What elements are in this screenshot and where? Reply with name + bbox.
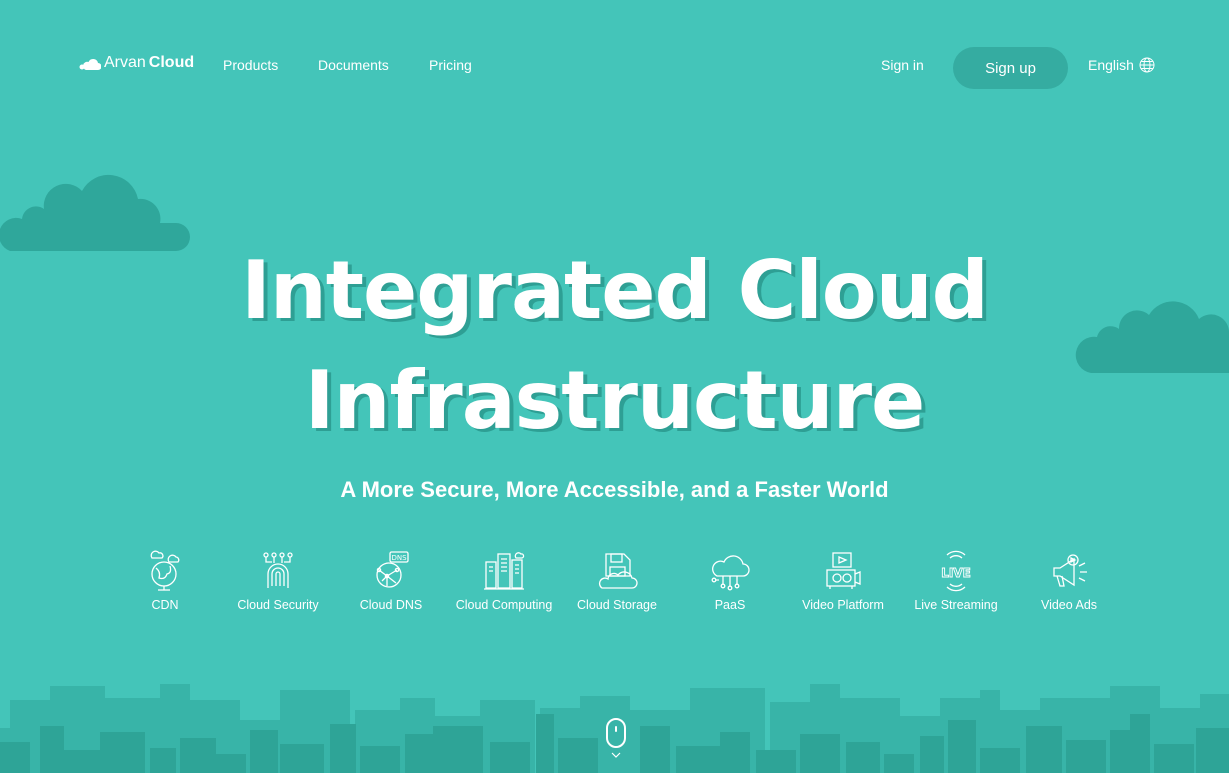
language-selector[interactable]: English [1088, 57, 1155, 73]
server-cloud-icon [484, 552, 525, 590]
product-video-ads[interactable]: Video Ads [1012, 548, 1126, 612]
product-paas[interactable]: PaaS [673, 548, 787, 612]
fingerprint-icon [263, 552, 293, 588]
sign-in-link[interactable]: Sign in [881, 57, 924, 73]
cloud-network-icon [711, 555, 750, 591]
logo-text-cloud: Cloud [148, 54, 195, 71]
dns-globe-icon: DNS [376, 551, 409, 588]
svg-text:DNS: DNS [391, 554, 407, 562]
svg-text:LIVE: LIVE [941, 566, 971, 580]
product-label: Cloud DNS [359, 598, 423, 612]
product-label: Video Ads [1040, 598, 1098, 612]
product-label: Live Streaming [914, 598, 998, 612]
product-cloud-computing[interactable]: Cloud Computing [447, 548, 561, 612]
nav-link-documents[interactable]: Documents [318, 57, 389, 73]
mouse-wheel [615, 726, 617, 732]
cdn-globe-icon [150, 550, 180, 591]
product-cloud-dns[interactable]: DNS Cloud DNS [334, 548, 448, 612]
language-label: English [1088, 57, 1134, 73]
product-label: Cloud Security [237, 598, 319, 612]
product-cloud-security[interactable]: Cloud Security [221, 548, 335, 612]
logo-text-arvan: Arvan [104, 54, 146, 71]
hero-title-line-2: Infrastructure [304, 354, 926, 447]
hero-subtitle: A More Secure, More Accessible, and a Fa… [340, 477, 889, 502]
product-cloud-storage[interactable]: Cloud Storage [560, 548, 674, 612]
product-video-platform[interactable]: Video Platform [786, 548, 900, 612]
product-live-streaming[interactable]: LIVE Live Streaming [899, 548, 1013, 612]
product-label: Cloud Storage [577, 598, 657, 612]
hero-title-line-1: Integrated Cloud [241, 244, 989, 337]
product-cdn[interactable]: CDN [108, 548, 222, 612]
live-broadcast-icon: LIVE [941, 550, 971, 592]
arvancloud-logo[interactable]: Arvan Cloud [79, 54, 194, 72]
hero-title: Integrated Cloud Infrastructure [0, 236, 1229, 456]
globe-icon [1139, 57, 1155, 73]
video-camera-icon [826, 552, 861, 589]
product-list: CDN Cloud Security DNS Cloud DNS Cloud C… [108, 548, 1128, 628]
sign-up-button[interactable]: Sign up [953, 47, 1068, 89]
scroll-mouse-icon[interactable] [606, 718, 626, 748]
megaphone-icon [1053, 554, 1087, 587]
product-label: CDN [151, 598, 179, 612]
cloud-logo-icon [79, 58, 101, 70]
product-label: PaaS [714, 598, 746, 612]
nav-link-products[interactable]: Products [223, 57, 278, 73]
top-navigation: Arvan Cloud Products Documents Pricing Si… [0, 0, 1229, 130]
chevron-down-icon[interactable] [610, 750, 622, 760]
nav-link-pricing[interactable]: Pricing [429, 57, 472, 73]
floppy-cloud-icon [598, 553, 638, 589]
product-label: Cloud Computing [455, 598, 553, 612]
product-label: Video Platform [802, 598, 884, 612]
